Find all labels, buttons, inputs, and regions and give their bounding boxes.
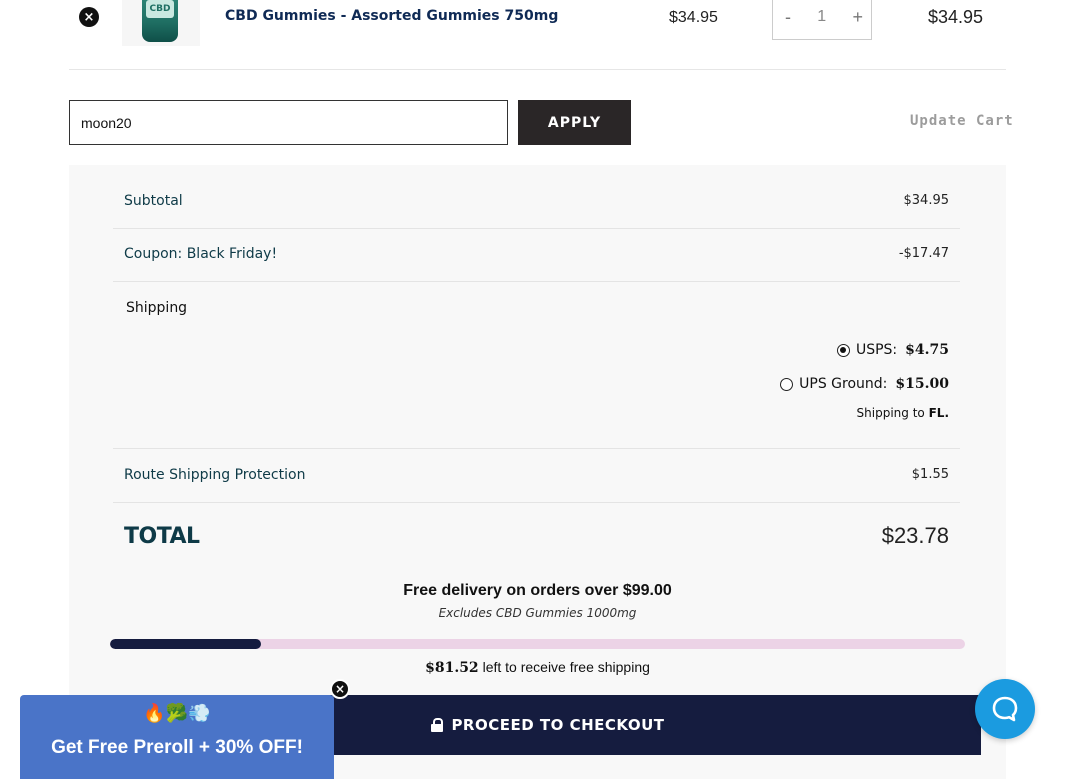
shipping-option-name: USPS: — [855, 342, 898, 358]
coupon-code-input[interactable] — [69, 100, 508, 145]
subtotal-label: Subtotal — [124, 193, 183, 209]
product-name-link[interactable]: CBD Gummies - Assorted Gummies 750mg — [225, 8, 558, 24]
quantity-input[interactable]: 1 — [817, 8, 826, 26]
product-price: $34.95 — [669, 9, 718, 26]
coupon-row: Coupon: Black Friday! -$17.47 — [113, 229, 960, 282]
shipping-option-ups-ground[interactable]: UPS Ground: $15.00 — [780, 376, 949, 392]
quantity-decrease-button[interactable]: - — [785, 7, 791, 28]
total-row: TOTAL $23.78 — [113, 503, 960, 563]
free-shipping-progress-bar — [110, 639, 965, 649]
apply-coupon-button[interactable]: APPLY — [518, 100, 631, 145]
product-jar-image: CBD — [142, 0, 178, 42]
close-icon: × — [334, 682, 346, 696]
coupon-label: Coupon: Black Friday! — [124, 246, 278, 262]
shipping-option-price: $15.00 — [895, 376, 949, 392]
free-shipping-remaining: $81.52 left to receive free shipping — [69, 659, 1006, 676]
free-delivery-headline: Free delivery on orders over $99.00 — [403, 582, 672, 599]
promo-emoji-icons: 🔥🥦💨 — [143, 703, 211, 724]
shipping-option-price: $4.75 — [905, 342, 949, 358]
remaining-amount: $81.52 — [425, 660, 479, 676]
shipping-option-usps[interactable]: USPS: $4.75 — [836, 342, 949, 358]
route-protection-label: Route Shipping Protection — [124, 467, 306, 483]
coupon-value: -$17.47 — [898, 246, 949, 261]
chat-bubble-icon — [992, 696, 1018, 722]
subtotal-value: $34.95 — [903, 193, 950, 208]
close-icon: × — [83, 9, 95, 25]
shipping-row: Shipping USPS: $4.75 UPS Ground: $15.00 … — [113, 282, 960, 449]
route-protection-value: $1.55 — [911, 467, 949, 482]
quantity-increase-button[interactable]: + — [852, 7, 863, 28]
radio-ups-ground[interactable] — [780, 377, 794, 391]
remaining-text: left to receive free shipping — [482, 659, 650, 675]
free-delivery-note: Excludes CBD Gummies 1000mg — [438, 606, 637, 620]
shipping-to-prefix: Shipping to — [856, 406, 925, 420]
chat-help-button[interactable] — [975, 679, 1035, 739]
shipping-to-state: FL. — [928, 406, 949, 420]
promo-close-button[interactable]: × — [330, 679, 350, 699]
product-jar-label: CBD — [146, 0, 174, 18]
promo-popup[interactable]: 🔥🥦💨 Get Free Preroll + 30% OFF! — [20, 695, 334, 779]
quantity-stepper: - 1 + — [772, 0, 872, 40]
total-label: TOTAL — [124, 524, 200, 549]
lock-icon — [431, 718, 444, 732]
update-cart-button[interactable]: Update Cart — [910, 113, 1014, 129]
cart-item-row: × CBD CBD Gummies - Assorted Gummies 750… — [0, 0, 1075, 70]
shipping-destination: Shipping to FL. — [857, 406, 949, 420]
promo-text: Get Free Preroll + 30% OFF! — [51, 737, 303, 758]
divider — [69, 69, 1006, 70]
shipping-option-name: UPS Ground: — [799, 376, 888, 392]
route-protection-row: Route Shipping Protection $1.55 — [113, 449, 960, 503]
line-item-total: $34.95 — [928, 7, 984, 27]
shipping-label: Shipping — [126, 300, 188, 316]
cart-totals-panel: Subtotal $34.95 Coupon: Black Friday! -$… — [69, 165, 1006, 779]
product-thumbnail[interactable]: CBD — [122, 0, 200, 46]
total-value: $23.78 — [881, 523, 949, 548]
progress-fill — [110, 639, 262, 649]
radio-usps[interactable] — [836, 343, 850, 357]
subtotal-row: Subtotal $34.95 — [113, 165, 960, 229]
checkout-label: PROCEED TO CHECKOUT — [451, 716, 665, 734]
remove-item-button[interactable]: × — [79, 7, 99, 27]
